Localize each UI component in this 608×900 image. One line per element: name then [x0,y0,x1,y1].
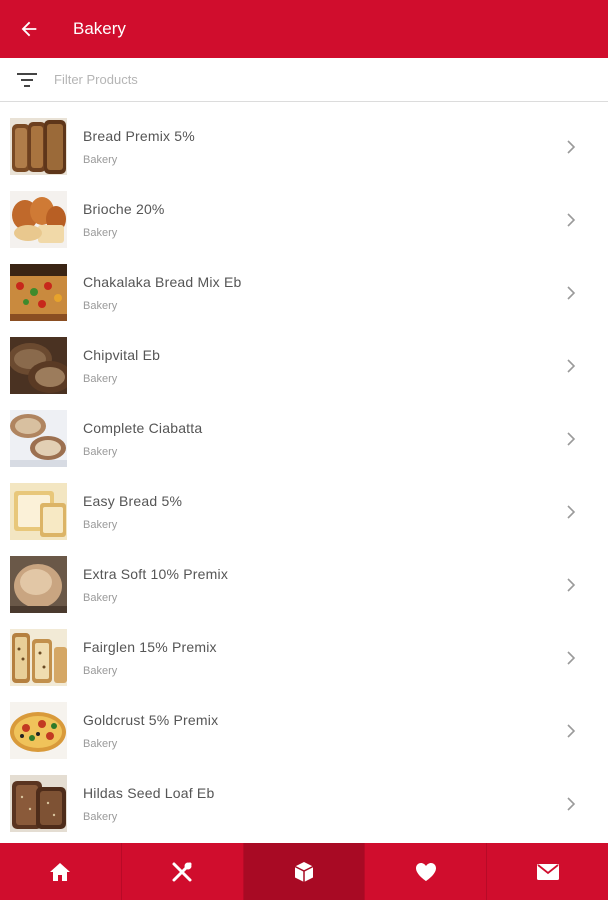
list-item[interactable]: Easy Bread 5% Bakery [0,475,608,548]
chevron-right-icon [567,212,576,227]
product-image [10,629,67,686]
chevron-right-icon [567,358,576,373]
list-item[interactable]: Goldcrust 5% Premix Bakery [0,694,608,767]
product-name: Chakalaka Bread Mix Eb [83,273,242,290]
list-item[interactable]: Brioche 20% Bakery [0,183,608,256]
product-category: Bakery [83,591,118,604]
chevron-right-icon [567,796,576,811]
chevron-right-icon [567,431,576,446]
home-icon [50,862,71,881]
product-image [10,775,67,832]
list-item[interactable]: Fairglen 15% Premix Bakery [0,621,608,694]
product-category: Bakery [83,810,118,823]
nav-recipes[interactable] [122,843,244,900]
product-category: Bakery [83,226,118,239]
list-item[interactable]: Complete Ciabatta Bakery [0,402,608,475]
product-category: Bakery [83,664,118,677]
product-image [10,556,67,613]
product-name: Chipvital Eb [83,346,161,363]
product-category: Bakery [83,299,118,312]
product-name: Complete Ciabatta [83,419,203,436]
heart-icon [415,862,436,881]
product-list: Bread Premix 5% Bakery Brioche 20% Baker… [0,110,608,843]
product-image [10,118,67,175]
chevron-right-icon [567,650,576,665]
box-icon [294,861,314,882]
arrow-left-icon [21,21,37,37]
list-item[interactable]: Chakalaka Bread Mix Eb Bakery [0,256,608,329]
nav-contact[interactable] [487,843,608,900]
list-item[interactable]: Extra Soft 10% Premix Bakery [0,548,608,621]
product-image [10,191,67,248]
page-title: Bakery [73,19,126,38]
product-name: Hildas Seed Loaf Eb [83,784,215,801]
filter-input[interactable] [54,72,554,87]
product-category: Bakery [83,372,118,385]
list-item[interactable]: Hildas Seed Loaf Eb Bakery [0,767,608,840]
product-image [10,410,67,467]
product-category: Bakery [83,153,118,166]
product-image [10,337,67,394]
filter-button[interactable] [0,58,54,102]
chevron-right-icon [567,577,576,592]
back-button[interactable] [0,0,58,58]
list-item[interactable]: Bread Premix 5% Bakery [0,110,608,183]
bottom-nav [0,843,608,900]
product-image [10,702,67,759]
filter-icon [17,72,37,87]
product-name: Brioche 20% [83,200,165,217]
mail-icon [536,863,559,880]
chevron-right-icon [567,504,576,519]
product-name: Bread Premix 5% [83,127,195,144]
product-name: Extra Soft 10% Premix [83,565,229,582]
app-bar: Bakery [0,0,608,58]
chevron-right-icon [567,285,576,300]
utensils-icon [172,862,192,881]
product-name: Easy Bread 5% [83,492,183,509]
product-name: Fairglen 15% Premix [83,638,217,655]
nav-favorites[interactable] [365,843,488,900]
product-image [10,264,67,321]
product-image [10,483,67,540]
filter-bar [0,58,608,102]
product-category: Bakery [83,518,118,531]
nav-home[interactable] [0,843,122,900]
nav-products[interactable] [243,843,366,900]
product-name: Goldcrust 5% Premix [83,711,219,728]
product-category: Bakery [83,445,118,458]
chevron-right-icon [567,139,576,154]
chevron-right-icon [567,723,576,738]
list-item[interactable]: Chipvital Eb Bakery [0,329,608,402]
product-category: Bakery [83,737,118,750]
